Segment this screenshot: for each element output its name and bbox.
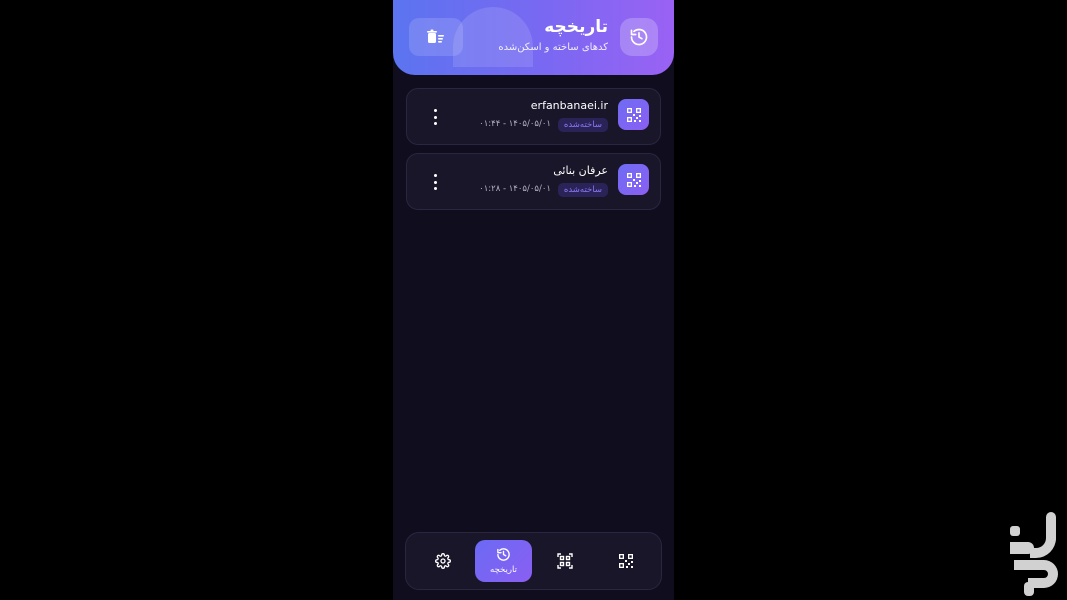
qr-code-icon xyxy=(626,107,641,122)
nav-create[interactable] xyxy=(597,540,654,582)
history-icon xyxy=(630,28,648,46)
more-vert-icon xyxy=(433,187,437,190)
bottom-navigation: تاریخچه xyxy=(405,532,662,590)
nav-settings[interactable] xyxy=(414,540,471,582)
item-type-badge: ساخته‌شده xyxy=(557,183,608,197)
settings-icon xyxy=(434,553,451,569)
item-menu-button[interactable] xyxy=(427,109,443,125)
qr-code-icon xyxy=(618,554,633,568)
store-logo-icon xyxy=(1010,512,1058,596)
qr-scan-icon xyxy=(556,553,573,569)
nav-scan[interactable] xyxy=(536,540,593,582)
app-screen: تاریخچه کدهای ساخته و اسکن‌شده erfanbana… xyxy=(393,0,674,600)
item-title: عرفان بنائی xyxy=(553,164,608,177)
page-title: تاریخچه xyxy=(544,17,608,37)
item-date: ۰۱:۴۴ - ۱۴۰۵/۰۵/۰۱ xyxy=(479,119,551,129)
header-decoration xyxy=(453,7,533,67)
clear-all-icon xyxy=(427,29,444,43)
item-title: erfanbanaei.ir xyxy=(530,99,608,112)
nav-history[interactable]: تاریخچه xyxy=(475,540,532,582)
item-date: ۰۱:۲۸ - ۱۴۰۵/۰۵/۰۱ xyxy=(479,184,551,194)
history-item[interactable]: عرفان بنائی ساخته‌شده ۰۱:۲۸ - ۱۴۰۵/۰۵/۰۱ xyxy=(406,153,661,210)
more-vert-icon xyxy=(433,122,437,125)
item-type-badge: ساخته‌شده xyxy=(557,118,608,132)
history-icon xyxy=(497,548,510,561)
more-vert-icon xyxy=(433,115,437,119)
nav-history-label: تاریخچه xyxy=(490,565,517,575)
history-badge xyxy=(620,18,658,56)
qr-code-thumbnail xyxy=(618,99,649,130)
item-menu-button[interactable] xyxy=(427,174,443,190)
clear-history-button[interactable] xyxy=(409,18,463,56)
qr-code-thumbnail xyxy=(618,164,649,195)
page-subtitle: کدهای ساخته و اسکن‌شده xyxy=(498,42,608,53)
more-vert-icon xyxy=(433,174,437,177)
more-vert-icon xyxy=(433,180,437,184)
more-vert-icon xyxy=(433,109,437,112)
header: تاریخچه کدهای ساخته و اسکن‌شده xyxy=(393,0,674,75)
history-item[interactable]: erfanbanaei.ir ساخته‌شده ۰۱:۴۴ - ۱۴۰۵/۰۵… xyxy=(406,88,661,145)
qr-code-icon xyxy=(626,172,641,187)
